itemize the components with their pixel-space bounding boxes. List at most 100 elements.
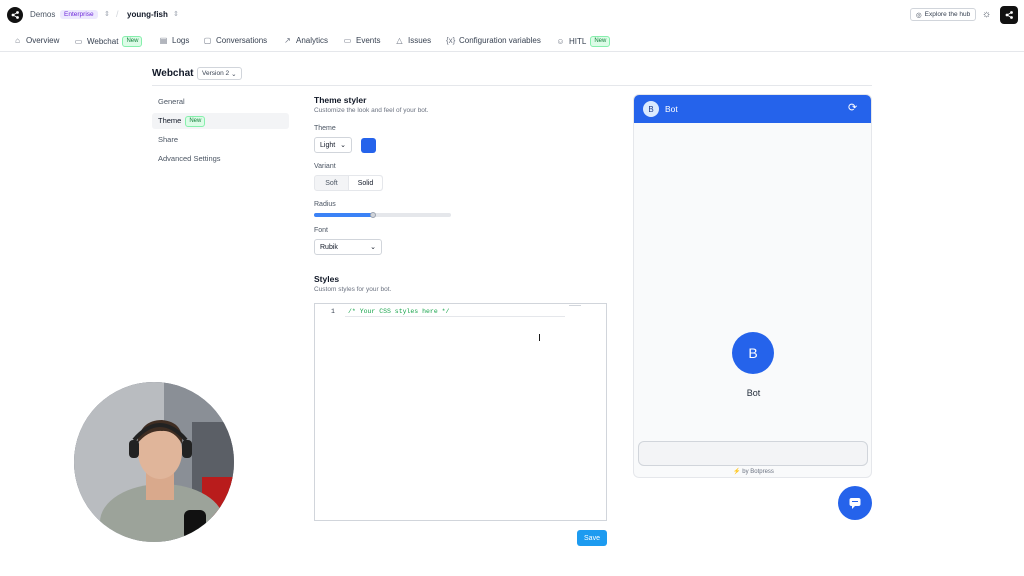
text-cursor-icon: I — [538, 333, 541, 344]
tab-overview[interactable]: ⌂ Overview — [13, 36, 59, 45]
bot-name[interactable]: young-fish — [127, 10, 168, 19]
settings-nav-label: Share — [158, 135, 179, 144]
settings-nav-label: Advanced Settings — [158, 154, 221, 163]
radius-label: Radius — [314, 201, 336, 208]
warning-icon: △ — [396, 36, 403, 45]
editor-minimap — [569, 305, 581, 306]
new-badge: New — [185, 115, 206, 127]
theme-styler-subtitle: Customize the look and feel of your bot. — [314, 107, 429, 114]
open-chat-button[interactable] — [838, 486, 872, 520]
tab-label: Events — [356, 36, 381, 45]
tab-label: Issues — [408, 36, 432, 45]
webcam-overlay — [74, 382, 234, 542]
chat-bubble-icon — [849, 498, 861, 509]
css-editor[interactable]: 1 /* Your CSS styles here */ — [314, 303, 607, 521]
settings-nav-label: Theme — [158, 116, 182, 125]
settings-nav-share[interactable]: Share — [152, 132, 289, 148]
chevron-down-icon: ⌄ — [340, 142, 346, 149]
chevron-down-icon: ⌄ — [370, 244, 376, 251]
current-line-highlight — [345, 316, 565, 317]
bot-avatar-large: B — [732, 332, 774, 374]
share-icon — [1005, 11, 1013, 19]
explore-hub-button[interactable]: ◎ Explore the hub — [910, 8, 977, 21]
line-number: 1 — [331, 308, 335, 315]
tab-label: Logs — [172, 36, 190, 45]
analytics-icon: ↗ — [284, 36, 291, 45]
save-button[interactable]: Save — [577, 530, 607, 546]
settings-nav-advanced[interactable]: Advanced Settings — [152, 151, 289, 167]
tab-webchat[interactable]: ▭ Webchat New — [74, 36, 143, 47]
font-label: Font — [314, 227, 329, 234]
divider — [152, 85, 872, 86]
webchat-header: B Bot ⟳ — [634, 95, 871, 123]
hub-icon: ◎ — [916, 11, 922, 19]
bot-name-label: Bot — [746, 388, 761, 398]
page-title: Webchat — [152, 68, 194, 79]
tab-hitl[interactable]: ☺ HITL New — [556, 36, 611, 47]
breadcrumb-separator: / — [116, 9, 119, 19]
tab-label: Webchat — [87, 37, 119, 46]
conversations-icon: ▢ — [203, 36, 212, 45]
tab-issues[interactable]: △ Issues — [395, 36, 431, 45]
styles-subtitle: Custom styles for your bot. — [314, 286, 392, 293]
radius-slider-fill — [314, 213, 373, 217]
plan-badge: Enterprise — [60, 10, 98, 19]
theme-styler-title: Theme styler — [314, 95, 367, 105]
tab-configuration-variables[interactable]: {x} Configuration variables — [446, 36, 541, 45]
variant-label: Variant — [314, 163, 336, 170]
powered-by[interactable]: ⚡ by Botpress — [634, 468, 871, 475]
botpress-logo-icon[interactable] — [7, 7, 23, 23]
font-value: Rubik — [320, 243, 338, 251]
logs-icon: ▤ — [159, 36, 168, 45]
accent-color-swatch[interactable] — [361, 138, 376, 153]
new-badge: New — [590, 36, 611, 47]
events-icon: ▭ — [343, 36, 352, 45]
presenter-video-icon — [74, 382, 234, 542]
main-nav: ⌂ Overview ▭ Webchat New ▤ Logs ▢ Conver… — [0, 32, 1024, 52]
theme-label: Theme — [314, 125, 336, 132]
styles-title: Styles — [314, 274, 340, 284]
radius-slider-thumb[interactable] — [369, 212, 376, 218]
code-comment: /* Your CSS styles here */ — [348, 308, 450, 315]
webchat-header-title: Bot — [665, 104, 678, 114]
bot-avatar: B — [643, 101, 659, 117]
settings-nav-general[interactable]: General — [152, 94, 289, 110]
powered-by-label: by Botpress — [742, 469, 774, 475]
radius-slider[interactable] — [314, 212, 451, 218]
settings-nav-theme[interactable]: Theme New — [152, 113, 289, 129]
tab-events[interactable]: ▭ Events — [343, 36, 381, 45]
tab-label: HITL — [569, 37, 587, 46]
tab-label: Conversations — [216, 36, 268, 45]
explore-hub-label: Explore the hub — [924, 11, 971, 18]
variant-toggle: Soft Solid — [314, 175, 383, 191]
tab-conversations[interactable]: ▢ Conversations — [203, 36, 267, 45]
chevron-down-icon: ⌄ — [231, 70, 237, 78]
users-icon: ☺ — [556, 37, 565, 46]
lightning-icon: ⚡ — [733, 469, 741, 475]
tab-analytics[interactable]: ↗ Analytics — [283, 36, 328, 45]
braces-icon: {x} — [446, 36, 456, 45]
share-button[interactable] — [1000, 6, 1018, 24]
tab-logs[interactable]: ▤ Logs — [159, 36, 190, 45]
top-bar: Demos Enterprise ⇕ / young-fish ⇕ ◎ Expl… — [0, 0, 1024, 30]
font-select[interactable]: Rubik ⌄ — [314, 239, 382, 255]
variant-soft-option[interactable]: Soft — [315, 176, 348, 190]
message-input[interactable] — [638, 441, 868, 466]
theme-value: Light — [320, 141, 336, 149]
tab-label: Overview — [26, 36, 60, 45]
theme-toggle-icon[interactable]: ☼ — [982, 9, 991, 20]
refresh-icon[interactable]: ⟳ — [848, 101, 857, 114]
chat-bubble-icon: ▭ — [74, 37, 83, 46]
webchat-preview: B Bot ⟳ B Bot ⚡ by Botpress — [633, 94, 872, 478]
new-badge: New — [122, 36, 143, 47]
settings-nav-label: General — [158, 97, 185, 106]
version-select[interactable]: Version 2 ⌄ — [197, 67, 242, 80]
tab-label: Configuration variables — [459, 36, 541, 45]
variant-solid-option[interactable]: Solid — [348, 176, 382, 190]
workspace-name[interactable]: Demos — [30, 10, 55, 19]
theme-select[interactable]: Light ⌄ — [314, 137, 352, 153]
workspace-switcher-icon[interactable]: ⇕ — [104, 10, 110, 18]
tab-label: Analytics — [296, 36, 329, 45]
bot-switcher-icon[interactable]: ⇕ — [173, 10, 179, 18]
home-icon: ⌂ — [15, 36, 20, 45]
